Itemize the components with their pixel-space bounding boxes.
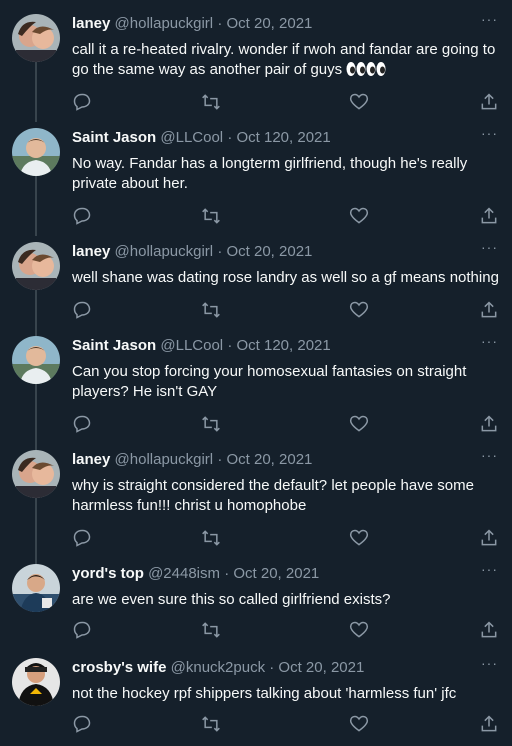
like-icon[interactable]: [349, 620, 369, 640]
reply-icon[interactable]: [72, 414, 92, 434]
retweet-icon[interactable]: [201, 620, 221, 640]
tweet-date[interactable]: Oct 20, 2021: [233, 565, 319, 582]
tweet-date[interactable]: Oct 20, 2021: [226, 451, 312, 468]
display-name[interactable]: Saint Jason: [72, 129, 156, 146]
more-options-icon[interactable]: ···: [481, 656, 498, 670]
reply-icon[interactable]: [72, 620, 92, 640]
tweet-header: laney @hollapuckgirl · Oct 20, 2021: [72, 242, 312, 262]
tweet-date[interactable]: Oct 120, 2021: [236, 129, 330, 146]
thread-line: [35, 62, 37, 122]
tweet-header: yord's top @2448ism · Oct 20, 2021: [72, 564, 319, 584]
tweet-date[interactable]: Oct 20, 2021: [226, 243, 312, 260]
user-handle[interactable]: @hollapuckgirl: [115, 451, 214, 468]
user-handle[interactable]: @LLCool: [160, 129, 223, 146]
like-icon[interactable]: [349, 414, 369, 434]
eyes-emoji-icon: [346, 61, 386, 83]
display-name[interactable]: laney: [72, 451, 110, 468]
tweet-text: call it a re-heated rivalry. wonder if r…: [72, 41, 496, 78]
retweet-icon[interactable]: [201, 206, 221, 226]
more-options-icon[interactable]: ···: [481, 562, 498, 576]
tweet-text-block: call it a re-heated rivalry. wonder if r…: [72, 40, 502, 83]
display-name[interactable]: laney: [72, 15, 110, 32]
tweet-header: laney @hollapuckgirl · Oct 20, 2021: [72, 14, 312, 34]
tweet-header: Saint Jason @LLCool · Oct 120, 2021: [72, 336, 331, 356]
user-handle[interactable]: @LLCool: [160, 337, 223, 354]
tweet-actions: [72, 528, 502, 548]
share-icon[interactable]: [479, 620, 499, 640]
user-avatar[interactable]: [12, 450, 60, 498]
user-avatar[interactable]: [12, 242, 60, 290]
thread-line: [35, 176, 37, 236]
tweet-text: are we even sure this so called girlfrie…: [72, 591, 391, 608]
separator-dot: ·: [217, 243, 223, 260]
tweet-date[interactable]: Oct 20, 2021: [278, 659, 364, 676]
tweet-actions: [72, 620, 502, 640]
user-handle[interactable]: @knuck2puck: [171, 659, 265, 676]
tweet-header: laney @hollapuckgirl · Oct 20, 2021: [72, 450, 312, 470]
tweet-header: crosby's wife @knuck2puck · Oct 20, 2021: [72, 658, 364, 678]
tweet-text: well shane was dating rose landry as wel…: [72, 269, 499, 286]
tweet-actions: [72, 206, 502, 226]
more-options-icon[interactable]: ···: [481, 126, 498, 140]
user-handle[interactable]: @hollapuckgirl: [115, 243, 214, 260]
separator-dot: ·: [269, 659, 275, 676]
user-avatar[interactable]: [12, 564, 60, 612]
tweet-text: not the hockey rpf shippers talking abou…: [72, 685, 457, 702]
tweet-header: Saint Jason @LLCool · Oct 120, 2021: [72, 128, 331, 148]
user-avatar[interactable]: [12, 336, 60, 384]
user-avatar[interactable]: [12, 658, 60, 706]
like-icon[interactable]: [349, 528, 369, 548]
retweet-icon[interactable]: [201, 92, 221, 112]
share-icon[interactable]: [479, 714, 499, 734]
like-icon[interactable]: [349, 714, 369, 734]
like-icon[interactable]: [349, 206, 369, 226]
more-options-icon[interactable]: ···: [481, 12, 498, 26]
tweet-actions: [72, 714, 502, 734]
reply-icon[interactable]: [72, 206, 92, 226]
separator-dot: ·: [227, 337, 233, 354]
tweet-date[interactable]: Oct 120, 2021: [236, 337, 330, 354]
thread-line: [35, 290, 37, 336]
user-avatar[interactable]: [12, 14, 60, 62]
more-options-icon[interactable]: ···: [481, 240, 498, 254]
like-icon[interactable]: [349, 300, 369, 320]
reply-icon[interactable]: [72, 300, 92, 320]
share-icon[interactable]: [479, 414, 499, 434]
separator-dot: ·: [217, 451, 223, 468]
user-handle[interactable]: @2448ism: [148, 565, 220, 582]
retweet-icon[interactable]: [201, 714, 221, 734]
retweet-icon[interactable]: [201, 300, 221, 320]
more-options-icon[interactable]: ···: [481, 334, 498, 348]
share-icon[interactable]: [479, 300, 499, 320]
reply-icon[interactable]: [72, 92, 92, 112]
tweet-text: why is straight considered the default? …: [72, 477, 474, 514]
separator-dot: ·: [217, 15, 223, 32]
tweet-actions: [72, 300, 502, 320]
like-icon[interactable]: [349, 92, 369, 112]
tweet-actions: [72, 414, 502, 434]
share-icon[interactable]: [479, 528, 499, 548]
thread-line: [35, 384, 37, 450]
retweet-icon[interactable]: [201, 528, 221, 548]
reply-icon[interactable]: [72, 714, 92, 734]
reply-icon[interactable]: [72, 528, 92, 548]
share-icon[interactable]: [479, 206, 499, 226]
tweet-text: No way. Fandar has a longterm girlfriend…: [72, 155, 468, 192]
share-icon[interactable]: [479, 92, 499, 112]
display-name[interactable]: crosby's wife: [72, 659, 166, 676]
display-name[interactable]: Saint Jason: [72, 337, 156, 354]
user-handle[interactable]: @hollapuckgirl: [115, 15, 214, 32]
tweet-actions: [72, 92, 502, 112]
user-avatar[interactable]: [12, 128, 60, 176]
separator-dot: ·: [224, 565, 230, 582]
display-name[interactable]: yord's top: [72, 565, 144, 582]
display-name[interactable]: laney: [72, 243, 110, 260]
thread-line: [35, 498, 37, 564]
tweet-text: Can you stop forcing your homosexual fan…: [72, 363, 467, 400]
more-options-icon[interactable]: ···: [481, 448, 498, 462]
separator-dot: ·: [227, 129, 233, 146]
retweet-icon[interactable]: [201, 414, 221, 434]
tweet-date[interactable]: Oct 20, 2021: [226, 15, 312, 32]
